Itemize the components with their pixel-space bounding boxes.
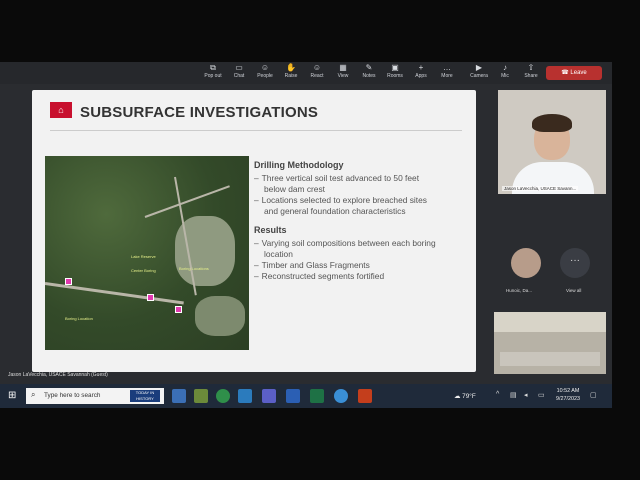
boring-marker: [65, 278, 72, 285]
windows-start-icon[interactable]: ⊞: [8, 390, 16, 401]
clock-date: 9/27/2023: [556, 396, 580, 402]
search-icon: ⌕: [31, 390, 36, 399]
search-highlight-badge: TODAY IN HISTORY: [130, 390, 160, 402]
chevron-up-icon[interactable]: ^: [496, 391, 499, 398]
slide-title: SUBSURFACE INVESTIGATIONS: [80, 104, 319, 121]
bullet-item: and general foundation characteristics: [264, 206, 406, 216]
map-label: Lake Reserve: [131, 254, 156, 259]
map-road: [45, 282, 184, 305]
app-icon[interactable]: [194, 389, 208, 403]
boring-marker: [147, 294, 154, 301]
more-icon: …: [443, 63, 451, 72]
room-table: [500, 352, 600, 366]
apps-button[interactable]: + Apps: [408, 63, 434, 83]
chat-icon: ▭: [235, 63, 243, 72]
view-all-label: View all: [566, 288, 582, 293]
teams-icon[interactable]: [262, 389, 276, 403]
leave-button[interactable]: ☎ Leave: [546, 66, 602, 80]
map-label: Boring Locations: [179, 266, 209, 271]
network-icon[interactable]: ▤: [510, 391, 517, 399]
participant-video[interactable]: Jason LaVecchia, USACE Savann...: [498, 90, 606, 194]
raise-hand-button[interactable]: ✋ Raise: [278, 63, 304, 83]
avatar-name: Hunoic, Da...: [506, 288, 533, 293]
room-video[interactable]: [494, 312, 606, 374]
clock-time: 10:52 AM: [556, 388, 580, 394]
mic-button[interactable]: ♪ Mic: [492, 63, 518, 83]
chrome-icon[interactable]: [216, 389, 230, 403]
taskbar-clock[interactable]: 10:52 AM 9/27/2023: [556, 387, 580, 403]
bullet-item: – Timber and Glass Fragments: [254, 260, 370, 270]
more-button[interactable]: … More: [434, 63, 460, 83]
rooms-icon: ▣: [391, 63, 399, 72]
boring-marker: [175, 306, 182, 313]
map-clearing: [195, 296, 245, 336]
bullet-item: – Reconstructed segments fortified: [254, 271, 385, 281]
battery-icon[interactable]: ▭: [538, 391, 545, 399]
browser-icon[interactable]: [334, 389, 348, 403]
camera-icon: ▶: [475, 63, 483, 72]
camera-button[interactable]: ▶ Camera: [466, 63, 492, 83]
rooms-button[interactable]: ▣ Rooms: [382, 63, 408, 83]
excel-icon[interactable]: [310, 389, 324, 403]
map-road: [144, 185, 230, 218]
chat-button[interactable]: ▭ Chat: [226, 63, 252, 83]
share-icon: ⇧: [527, 63, 535, 72]
powerpoint-icon[interactable]: [358, 389, 372, 403]
notification-icon[interactable]: ▢: [590, 391, 597, 399]
presenter-name: Jason LaVecchia, USACE Savannah (Guest): [8, 372, 108, 378]
share-button[interactable]: ⇧ Share: [518, 63, 544, 83]
pop-out-button[interactable]: ⧉ Pop out: [200, 63, 226, 83]
people-button[interactable]: ☺ People: [252, 63, 278, 83]
word-icon[interactable]: [286, 389, 300, 403]
mic-icon: ♪: [503, 63, 507, 72]
bullet-item: below dam crest: [264, 184, 325, 194]
react-icon: ☺: [312, 63, 322, 72]
notes-button[interactable]: ✎ Notes: [356, 63, 382, 83]
ellipsis-icon: ···: [570, 255, 580, 266]
map-label: Boring Location: [65, 316, 93, 321]
bullet-item: – Varying soil compositions between each …: [254, 238, 436, 248]
shared-slide: ⌂ SUBSURFACE INVESTIGATIONS Lake Reserve…: [32, 90, 476, 372]
usace-logo: ⌂: [50, 102, 72, 118]
view-icon: ▦: [339, 63, 347, 72]
cloud-icon: ☁: [454, 393, 463, 400]
participant-avatar[interactable]: [511, 248, 541, 278]
raise-hand-icon: ✋: [286, 63, 296, 72]
aerial-map-image: Lake Reserve Center Boring Boring Locati…: [45, 156, 249, 350]
video-participant-name: Jason LaVecchia, USACE Savann...: [502, 186, 579, 191]
title-divider: [50, 130, 462, 131]
pop-out-icon: ⧉: [210, 63, 216, 72]
view-button[interactable]: ▦ View: [330, 63, 356, 83]
section-heading: Results: [254, 225, 287, 235]
bullet-item: – Locations selected to explore breached …: [254, 195, 427, 205]
edge-icon[interactable]: [238, 389, 252, 403]
react-button[interactable]: ☺ React: [304, 63, 330, 83]
people-icon: ☺: [260, 63, 270, 72]
weather-widget[interactable]: ☁ 79°F: [454, 392, 476, 400]
taskbar-search[interactable]: ⌕ Type here to search TODAY IN HISTORY: [26, 388, 164, 404]
view-all-button[interactable]: ···: [560, 248, 590, 278]
slide-text: Drilling Methodology – Three vertical soi…: [254, 160, 468, 282]
teams-window: ⧉ Pop out ▭ Chat ☺ People ✋ Raise ☺ React ▦ Vi…: [0, 62, 612, 408]
volume-icon[interactable]: ◂: [524, 391, 528, 399]
map-label: Center Boring: [131, 268, 156, 273]
windows-taskbar: ⊞ ⌕ Type here to search TODAY IN HISTORY…: [0, 384, 612, 408]
bullet-item: – Three vertical soil test advanced to 50…: [254, 173, 420, 183]
section-heading: Drilling Methodology: [254, 160, 344, 170]
bullet-item: location: [264, 249, 293, 259]
meeting-toolbar: ⧉ Pop out ▭ Chat ☺ People ✋ Raise ☺ React ▦ Vi…: [0, 62, 612, 84]
room-wall: [494, 312, 606, 332]
participant-hair: [532, 114, 572, 132]
apps-icon: +: [418, 63, 424, 72]
search-placeholder: Type here to search: [44, 392, 101, 399]
task-view-icon[interactable]: [172, 389, 186, 403]
notes-icon: ✎: [365, 63, 373, 72]
